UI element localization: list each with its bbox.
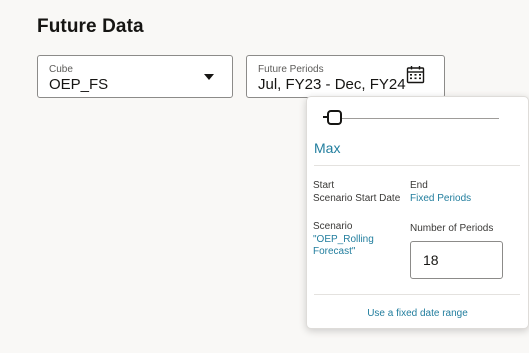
period-slider-track[interactable]	[333, 118, 499, 119]
calendar-icon[interactable]	[406, 65, 425, 84]
use-fixed-date-range-link[interactable]: Use a fixed date range	[307, 308, 528, 319]
popup-divider	[314, 165, 520, 166]
chevron-down-icon[interactable]	[204, 74, 214, 80]
slider-value-label: Max	[314, 140, 341, 156]
future-periods-label: Future Periods	[258, 64, 324, 75]
end-value-link[interactable]: Fixed Periods	[410, 192, 471, 205]
popup-divider	[314, 294, 520, 295]
future-periods-value: Jul, FY23 - Dec, FY24	[258, 76, 406, 93]
num-periods-label: Number of Periods	[410, 223, 494, 234]
future-periods-popup: Max Start Scenario Start Date End Fixed …	[306, 96, 529, 329]
start-heading: Start	[313, 180, 335, 191]
cube-value: OEP_FS	[49, 76, 109, 93]
num-periods-input[interactable]	[410, 241, 503, 279]
end-heading: End	[410, 180, 428, 191]
scenario-value-link-line2[interactable]: Forecast"	[313, 245, 355, 258]
cube-label: Cube	[49, 64, 73, 75]
future-periods-field[interactable]: Future Periods Jul, FY23 - Dec, FY24	[246, 55, 445, 98]
start-value: Scenario Start Date	[313, 193, 401, 204]
scenario-heading: Scenario	[313, 221, 353, 232]
page-title: Future Data	[37, 16, 144, 37]
cube-select[interactable]: Cube OEP_FS	[37, 55, 233, 98]
period-slider-thumb[interactable]	[327, 110, 342, 125]
